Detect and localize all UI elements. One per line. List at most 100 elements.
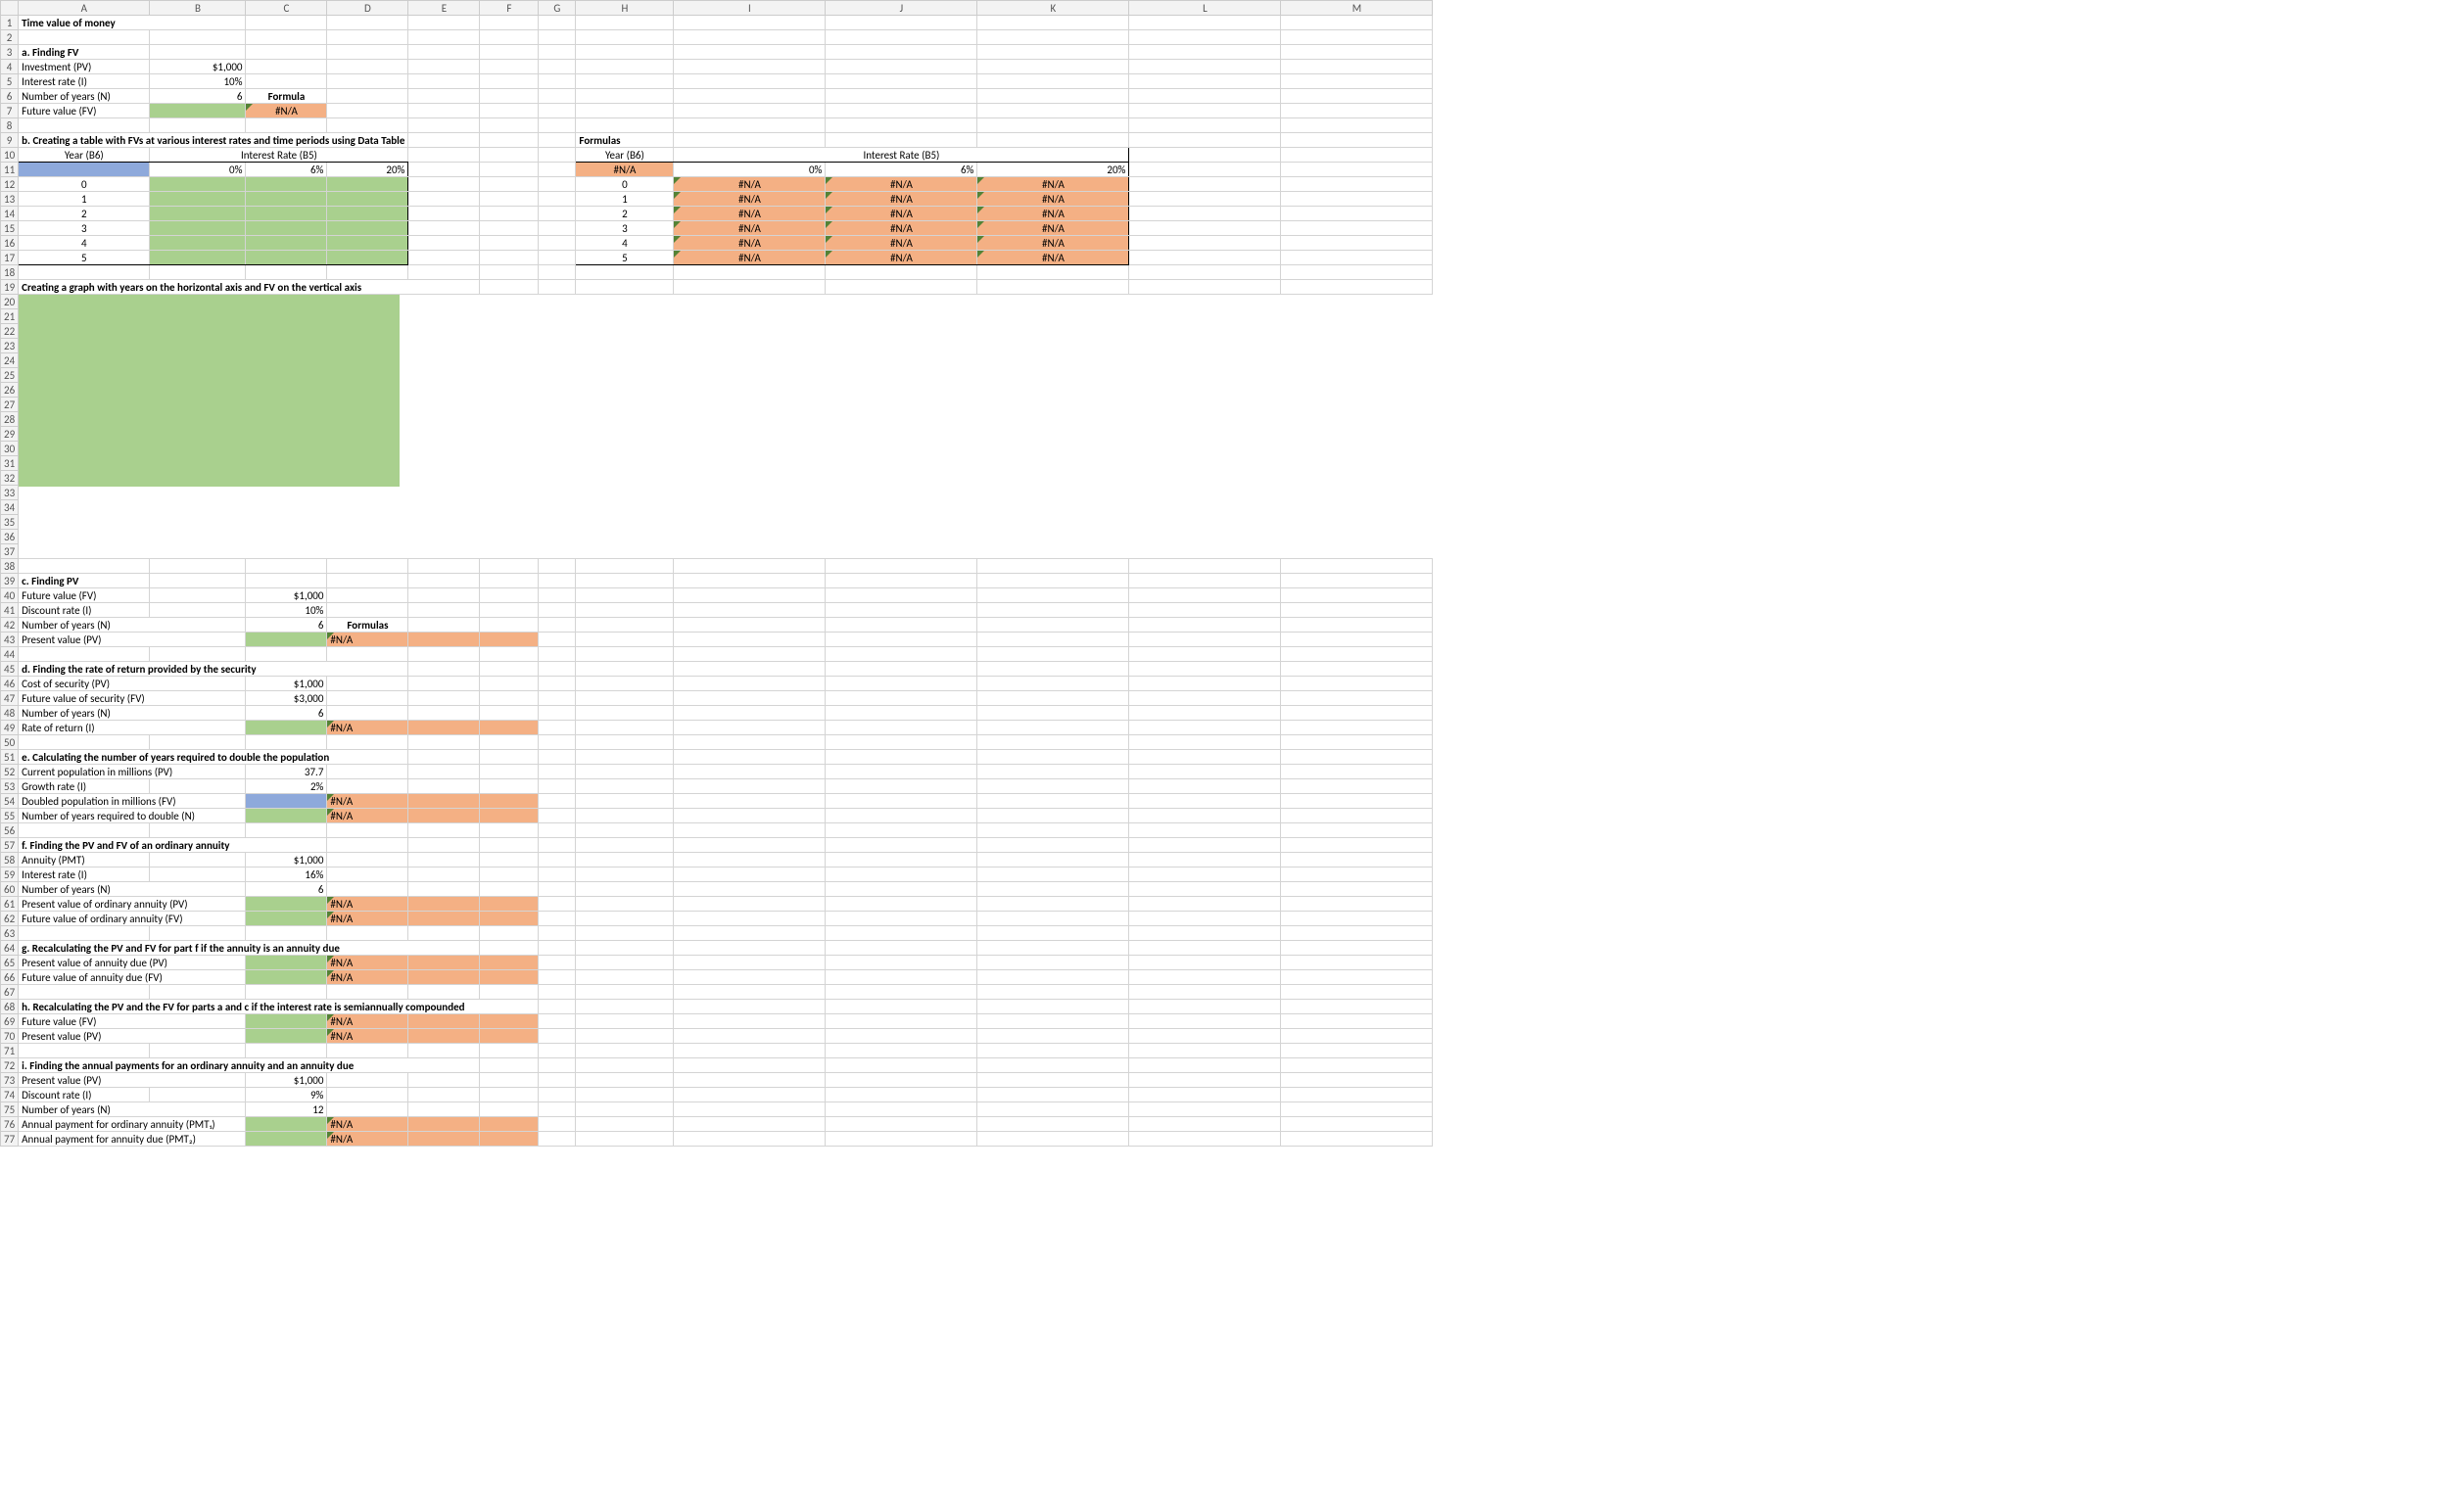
cell[interactable] [539,867,576,882]
cell[interactable] [977,647,1129,662]
cell[interactable] [1129,603,1281,618]
cell[interactable] [246,809,327,823]
row-header[interactable]: 2 [1,30,19,45]
cell[interactable] [539,779,576,794]
cell[interactable]: #N/A [246,104,327,118]
cell[interactable] [576,897,674,912]
cell[interactable] [246,1029,327,1044]
cell[interactable] [408,588,480,603]
cell[interactable] [539,823,576,838]
row-header[interactable]: 37 [1,544,19,559]
cell[interactable] [408,1044,480,1058]
cell[interactable] [576,809,674,823]
cell[interactable] [977,809,1129,823]
cell[interactable]: Future value of ordinary annuity (FV) [19,912,246,926]
cell[interactable] [408,985,480,1000]
cell[interactable]: #N/A [327,956,408,970]
cell[interactable] [1129,74,1281,89]
cell[interactable] [674,104,826,118]
cell[interactable] [826,1044,977,1058]
cell[interactable] [480,867,539,882]
cell[interactable] [327,867,408,882]
cell[interactable] [977,574,1129,588]
cell[interactable]: Future value of security (FV) [19,691,246,706]
cell[interactable] [539,1000,576,1014]
cell[interactable] [576,970,674,985]
cell[interactable] [1129,280,1281,295]
cell[interactable]: 5 [19,251,150,265]
cell[interactable] [826,809,977,823]
cell[interactable] [1281,163,1433,177]
cell[interactable] [480,1132,539,1147]
cell[interactable] [150,1088,246,1102]
cell[interactable] [1281,633,1433,647]
cell[interactable]: 10% [246,603,327,618]
cell[interactable] [977,794,1129,809]
cell[interactable] [539,1088,576,1102]
cell[interactable]: i. Finding the annual payments for an or… [19,1058,480,1073]
cell[interactable] [246,633,327,647]
cell[interactable] [1281,1058,1433,1073]
cell[interactable] [977,133,1129,148]
cell[interactable] [327,89,408,104]
cell[interactable] [150,221,246,236]
cell[interactable] [1281,985,1433,1000]
cell[interactable] [1281,912,1433,926]
cell[interactable] [408,1088,480,1102]
cell[interactable]: 20% [327,163,408,177]
cell[interactable] [480,74,539,89]
cell[interactable] [826,1029,977,1044]
cell[interactable]: #N/A [327,1117,408,1132]
cell[interactable] [408,838,480,853]
cell[interactable] [1281,559,1433,574]
cell[interactable] [826,867,977,882]
cell[interactable] [1281,706,1433,721]
cell[interactable] [327,1102,408,1117]
cell[interactable] [1281,779,1433,794]
row-header[interactable]: 7 [1,104,19,118]
cell[interactable] [246,897,327,912]
cell[interactable] [977,956,1129,970]
row-header[interactable]: 26 [1,383,19,398]
row-header[interactable]: 12 [1,177,19,192]
cell[interactable] [977,16,1129,30]
cell[interactable] [150,236,246,251]
cell[interactable] [826,1117,977,1132]
row-header[interactable]: 29 [1,427,19,442]
cell[interactable] [576,1000,674,1014]
cell[interactable] [977,985,1129,1000]
cell[interactable] [826,16,977,30]
cell[interactable] [1129,104,1281,118]
cell[interactable] [480,60,539,74]
cell[interactable] [150,574,246,588]
cell[interactable] [539,118,576,133]
cell[interactable] [977,1102,1129,1117]
cell[interactable] [1281,970,1433,985]
cell[interactable] [674,779,826,794]
cell[interactable] [977,588,1129,603]
col-header-M[interactable]: M [1281,1,1433,16]
cell[interactable] [539,1014,576,1029]
cell[interactable] [327,1073,408,1088]
cell[interactable] [1281,603,1433,618]
cell[interactable] [150,192,246,207]
cell[interactable]: Number of years (N) [19,89,150,104]
cell[interactable] [1281,1029,1433,1044]
cell[interactable] [826,662,977,677]
cell[interactable]: #N/A [977,177,1129,192]
cell[interactable] [977,1044,1129,1058]
cell[interactable] [576,1014,674,1029]
cell[interactable] [539,618,576,633]
cell[interactable] [408,647,480,662]
cell[interactable] [576,16,674,30]
cell[interactable] [826,1000,977,1014]
cell[interactable] [826,574,977,588]
cell[interactable]: Number of years required to double (N) [19,809,246,823]
cell[interactable] [826,647,977,662]
cell[interactable] [327,177,408,192]
cell[interactable] [539,765,576,779]
cell[interactable] [1281,221,1433,236]
cell[interactable] [977,1014,1129,1029]
cell[interactable] [539,809,576,823]
cell[interactable] [1281,1102,1433,1117]
